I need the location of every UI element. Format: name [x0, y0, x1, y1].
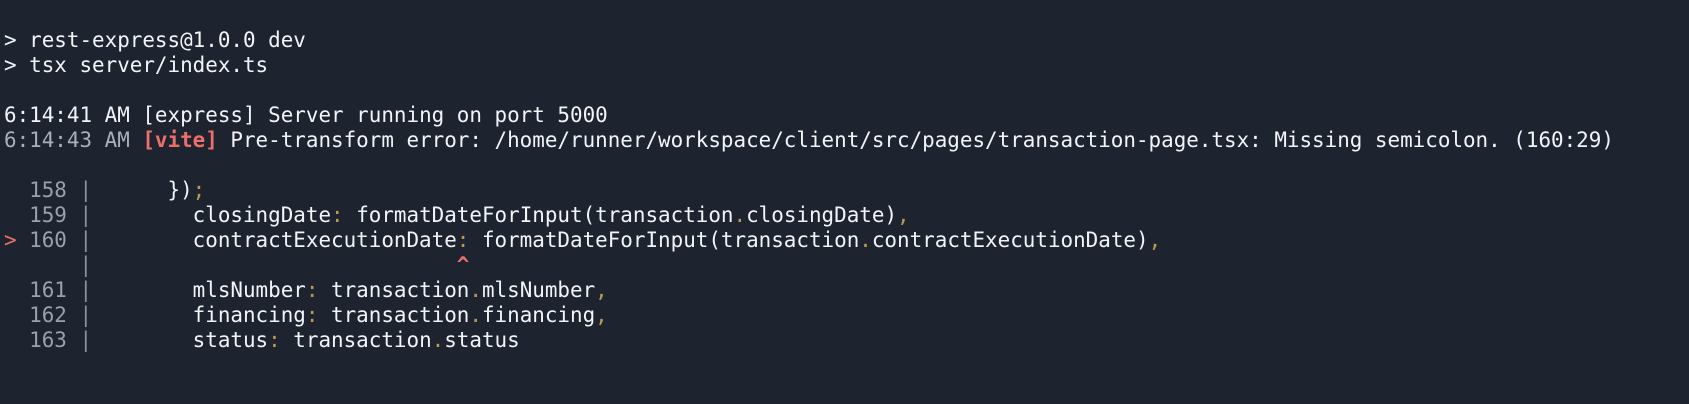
npm-command-header: > tsx server/index.ts	[4, 53, 269, 77]
log-message: Server running on port 5000	[268, 103, 608, 127]
code-frame-line: 163 | status: transaction.status	[4, 328, 1689, 353]
code-frame-error-line: > 160 | contractExecutionDate: formatDat…	[4, 228, 1689, 253]
code-value: transaction.status	[293, 328, 520, 352]
gutter-bar: |	[79, 278, 93, 302]
error-line-marker: >	[4, 228, 17, 252]
trailing-comma: ,	[595, 303, 608, 327]
line-number: 160	[29, 228, 67, 252]
vite-error-line: 6:14:43 AM [vite] Pre-transform error: /…	[4, 128, 1689, 153]
line-number: 163	[29, 328, 67, 352]
vite-tag: [vite]	[142, 128, 218, 152]
code-frame-line: 159 | closingDate: formatDateForInput(tr…	[4, 203, 1689, 228]
code-value: formatDateForInput(transaction.contractE…	[481, 228, 1149, 252]
code-value: transaction.financing	[331, 303, 596, 327]
line-number: 161	[29, 278, 67, 302]
log-timestamp: 6:14:43 AM	[4, 128, 130, 152]
code-key: contractExecutionDate	[192, 228, 457, 252]
trailing-comma: ,	[595, 278, 608, 302]
colon: :	[305, 303, 319, 327]
gutter-bar: |	[79, 228, 93, 252]
line-number: 159	[29, 203, 67, 227]
log-timestamp: 6:14:41 AM	[4, 103, 130, 127]
code-frame-line: 158 | });	[4, 178, 1689, 203]
code-key: closingDate	[192, 203, 332, 227]
colon: :	[305, 278, 319, 302]
colon: :	[456, 228, 470, 252]
gutter-bar: |	[79, 303, 93, 327]
gutter-bar: |	[79, 328, 93, 352]
line-number: 162	[29, 303, 67, 327]
trailing-comma: ,	[897, 203, 910, 227]
error-message: Pre-transform error: /home/runner/worksp…	[230, 128, 1614, 152]
code-frame-caret-line: | ^	[4, 253, 1689, 278]
express-log-line: 6:14:41 AM [express] Server running on p…	[4, 103, 1689, 128]
code-value: formatDateForInput(transaction.closingDa…	[356, 203, 898, 227]
code-frame-line: 161 | mlsNumber: transaction.mlsNumber,	[4, 278, 1689, 303]
npm-script-header: > rest-express@1.0.0 dev	[4, 28, 306, 52]
line-number: 158	[29, 178, 67, 202]
code-key: mlsNumber	[192, 278, 306, 302]
code-frame-line: 162 | financing: transaction.financing,	[4, 303, 1689, 328]
trailing-comma: ,	[1148, 228, 1162, 252]
terminal-output[interactable]: > rest-express@1.0.0 dev > tsx server/in…	[0, 0, 1689, 404]
colon: :	[268, 328, 281, 352]
gutter-bar: |	[79, 178, 93, 202]
code-text: });	[167, 178, 206, 202]
gutter-bar: |	[79, 203, 93, 227]
colon: :	[331, 203, 344, 227]
code-key: financing	[192, 303, 306, 327]
log-tag: [express]	[142, 103, 256, 127]
code-value: transaction.mlsNumber	[331, 278, 596, 302]
code-key: status	[192, 328, 269, 352]
gutter-bar: |	[79, 253, 93, 277]
error-caret: ^	[456, 253, 470, 277]
